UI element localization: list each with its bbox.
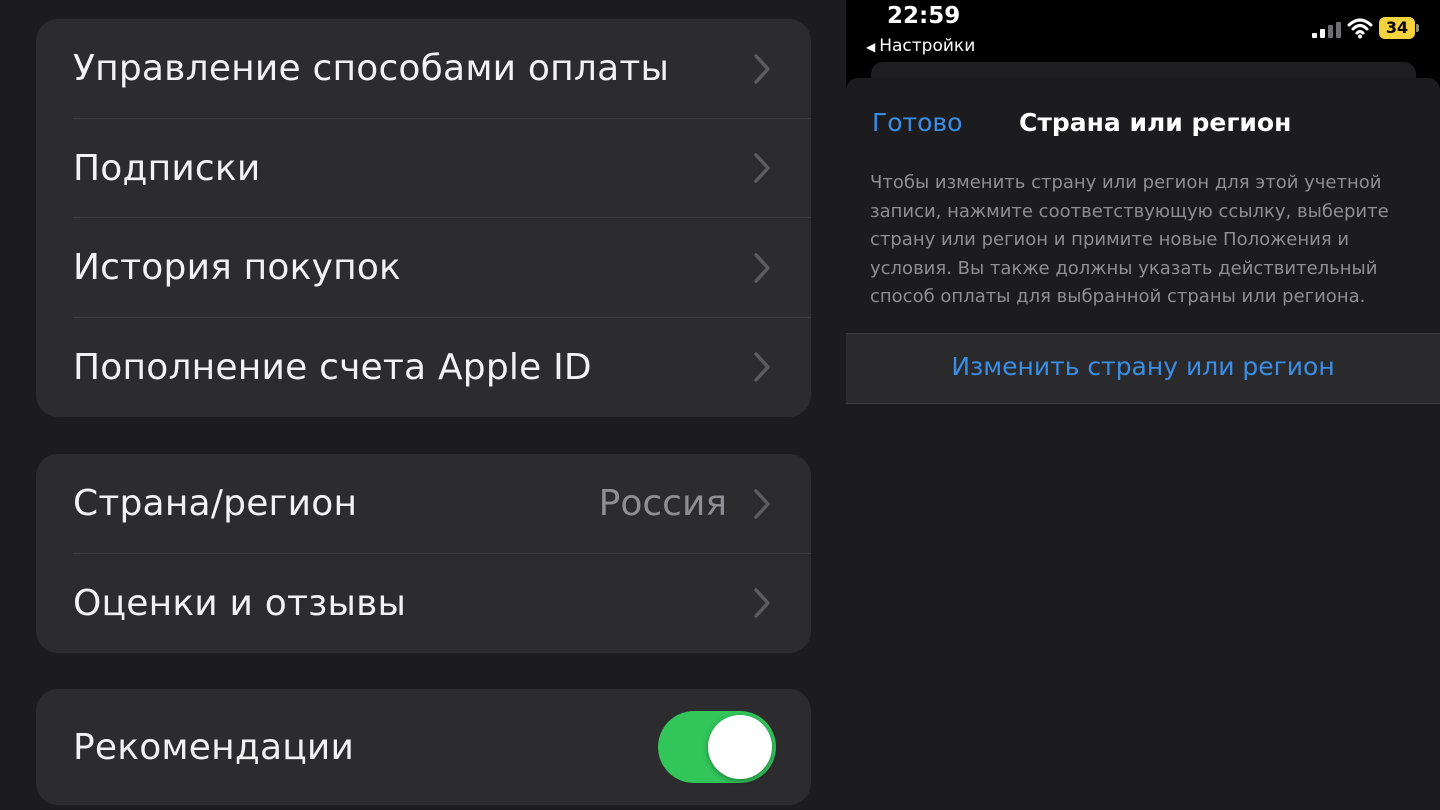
sheet-title: Страна или регион	[1019, 108, 1292, 137]
back-arrow-icon: ◀	[866, 40, 876, 54]
recommendations-toggle[interactable]	[658, 711, 776, 783]
purchase-history-row[interactable]: История покупок	[36, 218, 811, 318]
clock: 22:59	[887, 3, 961, 29]
settings-group-recommendations: Рекомендации	[36, 689, 811, 805]
country-region-label: Страна/регион	[73, 483, 358, 525]
settings-group-region: Страна/регион Россия Оценки и отзывы	[36, 454, 811, 653]
battery-tip	[1416, 24, 1419, 32]
sheet-description: Чтобы изменить страну или регион для это…	[870, 172, 1389, 307]
change-country-region-button[interactable]: Изменить страну или регион	[846, 333, 1440, 404]
chevron-right-icon	[754, 54, 770, 84]
country-region-row[interactable]: Страна/регион Россия	[36, 454, 811, 554]
change-country-region-label: Изменить страну или регион	[951, 352, 1335, 381]
chevron-right-icon	[754, 253, 770, 283]
chevron-right-icon	[754, 153, 770, 183]
chevron-right-icon	[754, 588, 770, 618]
wifi-icon	[1347, 18, 1373, 39]
recommendations-row: Рекомендации	[36, 689, 811, 805]
country-region-value: Россия	[598, 483, 727, 525]
recommendations-label: Рекомендации	[73, 726, 355, 768]
ratings-reviews-label: Оценки и отзывы	[73, 582, 407, 624]
apple-id-settings-panel: Управление способами оплаты Подписки Ист…	[0, 0, 846, 810]
chevron-right-icon	[754, 489, 770, 519]
settings-group-purchases: Управление способами оплаты Подписки Ист…	[36, 19, 811, 417]
subscriptions-row[interactable]: Подписки	[36, 119, 811, 218]
add-funds-row[interactable]: Пополнение счета Apple ID	[36, 318, 811, 418]
phone-screen: 22:59 ◀ Настройки 34 Готово Страна или ре…	[846, 0, 1440, 810]
battery-indicator: 34	[1379, 17, 1415, 39]
payment-methods-row[interactable]: Управление способами оплаты	[36, 19, 811, 119]
done-button[interactable]: Готово	[872, 108, 962, 137]
back-label: Настройки	[879, 36, 976, 56]
purchase-history-label: История покупок	[73, 247, 401, 289]
back-to-settings-link[interactable]: ◀ Настройки	[866, 36, 975, 56]
chevron-right-icon	[754, 352, 770, 382]
payment-methods-label: Управление способами оплаты	[73, 48, 670, 90]
subscriptions-label: Подписки	[73, 147, 261, 189]
status-bar: 22:59 ◀ Настройки 34	[846, 0, 1440, 60]
toggle-knob	[708, 715, 772, 779]
cellular-signal-icon	[1312, 22, 1341, 38]
ratings-reviews-row[interactable]: Оценки и отзывы	[36, 554, 811, 654]
country-region-sheet: Готово Страна или регион Чтобы изменить …	[846, 78, 1440, 810]
add-funds-label: Пополнение счета Apple ID	[73, 346, 592, 388]
